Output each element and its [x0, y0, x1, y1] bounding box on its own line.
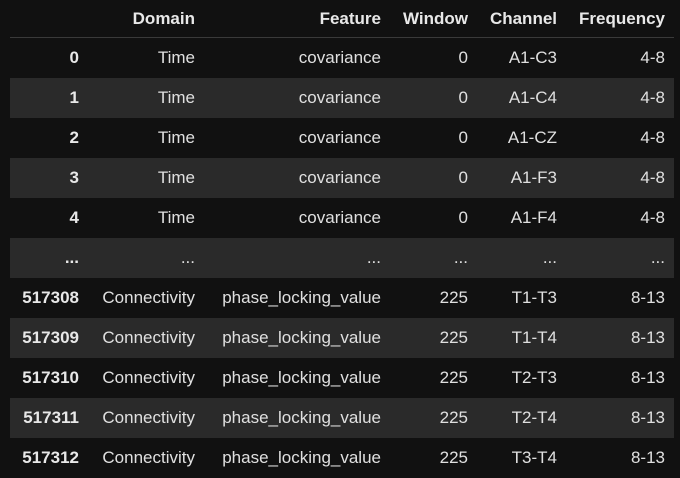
ellipsis-row: ... ... ... ... ... ...	[10, 238, 674, 278]
cell-feature: ...	[204, 238, 390, 278]
row-index: 2	[10, 118, 88, 158]
cell-window: 0	[390, 118, 477, 158]
cell-domain: Connectivity	[88, 398, 204, 438]
cell-channel: ...	[477, 238, 566, 278]
cell-channel: T1-T4	[477, 318, 566, 358]
table-header: Domain Feature Window Channel Frequency	[10, 0, 674, 38]
cell-frequency: 8-13	[566, 438, 674, 478]
column-header-window: Window	[390, 0, 477, 38]
row-index: 517310	[10, 358, 88, 398]
cell-window: ...	[390, 238, 477, 278]
row-index: 517308	[10, 278, 88, 318]
row-index: ...	[10, 238, 88, 278]
cell-domain: Connectivity	[88, 318, 204, 358]
cell-domain: Time	[88, 118, 204, 158]
cell-channel: A1-C3	[477, 38, 566, 79]
cell-frequency: 8-13	[566, 278, 674, 318]
row-index: 0	[10, 38, 88, 79]
cell-frequency: 4-8	[566, 198, 674, 238]
cell-domain: ...	[88, 238, 204, 278]
row-index: 1	[10, 78, 88, 118]
header-row: Domain Feature Window Channel Frequency	[10, 0, 674, 38]
table-row: 517312 Connectivity phase_locking_value …	[10, 438, 674, 478]
row-index: 517311	[10, 398, 88, 438]
cell-feature: covariance	[204, 38, 390, 79]
table-row: 517308 Connectivity phase_locking_value …	[10, 278, 674, 318]
table-row: 517311 Connectivity phase_locking_value …	[10, 398, 674, 438]
cell-channel: A1-C4	[477, 78, 566, 118]
table-body: 0 Time covariance 0 A1-C3 4-8 1 Time cov…	[10, 38, 674, 478]
row-index: 517312	[10, 438, 88, 478]
cell-window: 0	[390, 198, 477, 238]
cell-feature: phase_locking_value	[204, 278, 390, 318]
cell-feature: phase_locking_value	[204, 438, 390, 478]
cell-window: 0	[390, 78, 477, 118]
column-header-domain: Domain	[88, 0, 204, 38]
cell-feature: covariance	[204, 158, 390, 198]
column-header-channel: Channel	[477, 0, 566, 38]
cell-frequency: 4-8	[566, 38, 674, 79]
cell-domain: Connectivity	[88, 438, 204, 478]
cell-domain: Time	[88, 198, 204, 238]
cell-window: 225	[390, 278, 477, 318]
cell-window: 225	[390, 318, 477, 358]
cell-frequency: ...	[566, 238, 674, 278]
table-row: 1 Time covariance 0 A1-C4 4-8	[10, 78, 674, 118]
cell-frequency: 8-13	[566, 398, 674, 438]
column-header-frequency: Frequency	[566, 0, 674, 38]
cell-channel: T1-T3	[477, 278, 566, 318]
table-row: 4 Time covariance 0 A1-F4 4-8	[10, 198, 674, 238]
row-index: 517309	[10, 318, 88, 358]
row-index: 4	[10, 198, 88, 238]
cell-feature: covariance	[204, 198, 390, 238]
cell-channel: A1-F3	[477, 158, 566, 198]
table-row: 517309 Connectivity phase_locking_value …	[10, 318, 674, 358]
cell-channel: A1-CZ	[477, 118, 566, 158]
cell-window: 0	[390, 158, 477, 198]
cell-domain: Time	[88, 158, 204, 198]
cell-channel: T3-T4	[477, 438, 566, 478]
cell-feature: phase_locking_value	[204, 398, 390, 438]
cell-channel: T2-T4	[477, 398, 566, 438]
cell-window: 225	[390, 398, 477, 438]
row-index: 3	[10, 158, 88, 198]
column-header-index	[10, 0, 88, 38]
cell-frequency: 4-8	[566, 118, 674, 158]
cell-window: 225	[390, 358, 477, 398]
cell-frequency: 8-13	[566, 358, 674, 398]
cell-window: 225	[390, 438, 477, 478]
cell-frequency: 8-13	[566, 318, 674, 358]
cell-channel: A1-F4	[477, 198, 566, 238]
cell-window: 0	[390, 38, 477, 79]
cell-feature: covariance	[204, 118, 390, 158]
cell-domain: Connectivity	[88, 358, 204, 398]
dataframe-output: Domain Feature Window Channel Frequency …	[10, 0, 674, 478]
cell-domain: Time	[88, 38, 204, 79]
table-row: 3 Time covariance 0 A1-F3 4-8	[10, 158, 674, 198]
table-row: 2 Time covariance 0 A1-CZ 4-8	[10, 118, 674, 158]
column-header-feature: Feature	[204, 0, 390, 38]
dataframe-table: Domain Feature Window Channel Frequency …	[10, 0, 674, 478]
cell-channel: T2-T3	[477, 358, 566, 398]
cell-feature: phase_locking_value	[204, 358, 390, 398]
table-row: 517310 Connectivity phase_locking_value …	[10, 358, 674, 398]
cell-frequency: 4-8	[566, 158, 674, 198]
cell-domain: Time	[88, 78, 204, 118]
cell-feature: covariance	[204, 78, 390, 118]
cell-domain: Connectivity	[88, 278, 204, 318]
table-row: 0 Time covariance 0 A1-C3 4-8	[10, 38, 674, 79]
cell-feature: phase_locking_value	[204, 318, 390, 358]
cell-frequency: 4-8	[566, 78, 674, 118]
